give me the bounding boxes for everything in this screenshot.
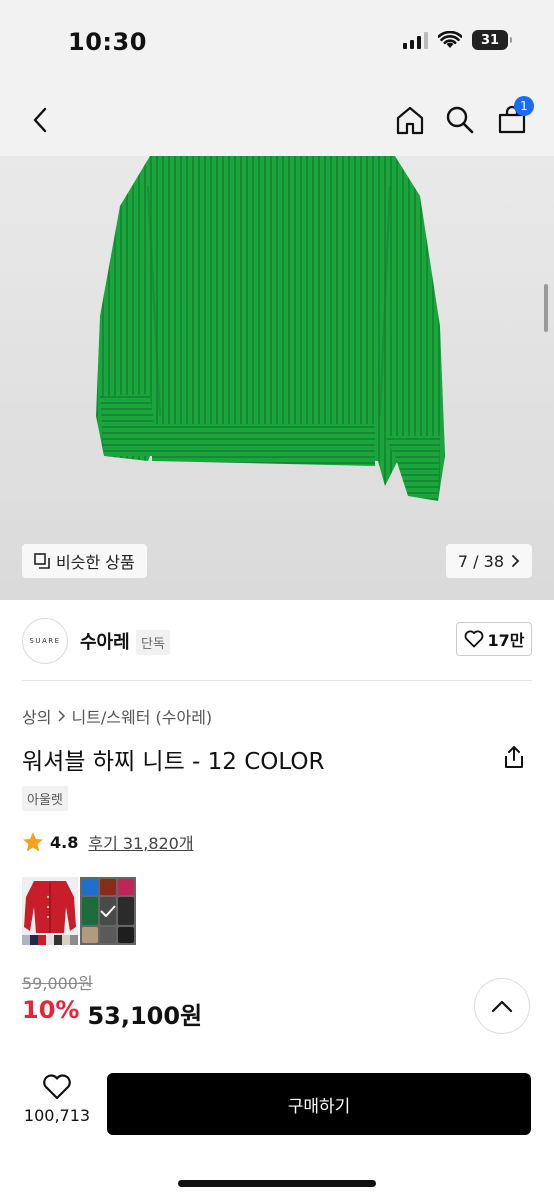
battery-icon: 31 [472, 30, 512, 50]
swatch [100, 927, 116, 943]
brand-row: SUARE 수아레 단독 17만 [22, 618, 532, 666]
discount-rate: 10% [22, 996, 80, 1024]
cart-badge: 1 [514, 96, 534, 116]
battery-level: 31 [480, 32, 500, 48]
search-button[interactable] [442, 102, 478, 138]
similar-label: 비슷한 상품 [56, 553, 135, 572]
swatch [82, 927, 98, 943]
chevron-left-icon [33, 107, 47, 133]
status-time: 10:30 [68, 28, 147, 56]
product-image[interactable] [0, 156, 554, 600]
check-icon [100, 905, 116, 917]
reviews-link[interactable]: 후기 31,820개 [88, 830, 193, 854]
original-price: 59,000원 [22, 974, 93, 993]
back-button[interactable] [22, 102, 58, 138]
share-icon [505, 746, 523, 768]
chevron-right-icon [512, 555, 520, 567]
divider [22, 680, 532, 681]
sale-price: 53,100원 [87, 1002, 203, 1030]
share-button[interactable] [502, 744, 530, 772]
breadcrumb-category[interactable]: 상의 [22, 704, 51, 728]
brand-logo[interactable]: SUARE [22, 618, 68, 664]
swatch [118, 879, 134, 895]
search-icon [446, 106, 474, 134]
chevron-up-icon [491, 1000, 513, 1013]
exclusive-tag: 단독 [136, 630, 170, 655]
swatch [82, 897, 98, 925]
cart-button[interactable]: 1 [494, 96, 534, 138]
swatch [118, 897, 134, 925]
nav-bar: 1 [0, 84, 554, 156]
home-indicator [178, 1180, 376, 1187]
scroll-indicator [544, 284, 548, 332]
rating: 4.8 후기 31,820개 [22, 830, 194, 854]
swatch [118, 927, 134, 943]
color-thumbnail[interactable] [22, 877, 78, 945]
color-thumbnail-selected[interactable] [80, 877, 136, 945]
wifi-icon [438, 31, 462, 48]
brand-name[interactable]: 수아레 [80, 628, 130, 654]
outlet-tag: 아울렛 [22, 786, 68, 811]
color-thumbnails [22, 877, 136, 945]
cardigan-image [22, 881, 78, 945]
copy-icon [34, 553, 50, 569]
swatch [100, 879, 116, 895]
swatch [82, 879, 98, 895]
heart-icon [464, 630, 483, 648]
swatch [100, 897, 116, 925]
home-button[interactable] [392, 102, 428, 138]
heart-icon [43, 1074, 71, 1100]
signal-icon [403, 31, 428, 49]
wishlist-count: 100,713 [23, 1106, 91, 1125]
bottom-bar: 100,713 구매하기 [0, 1052, 554, 1200]
status-icons: 31 [403, 30, 512, 50]
brand-like-button[interactable]: 17만 [456, 622, 532, 656]
brand-like-count: 17만 [487, 631, 525, 650]
sale-price-row: 10% 53,100원 [22, 996, 202, 1031]
star-icon [23, 832, 43, 852]
wishlist-button[interactable]: 100,713 [22, 1074, 92, 1125]
image-counter[interactable]: 7 / 38 [445, 544, 532, 578]
home-icon [396, 106, 424, 135]
buy-button[interactable]: 구매하기 [107, 1073, 531, 1135]
product-title: 워셔블 하찌 니트 - 12 COLOR [22, 749, 325, 775]
chevron-right-icon [58, 710, 66, 722]
breadcrumb-subcategory[interactable]: 니트/스웨터 (수아레) [71, 704, 212, 728]
sweater-image [96, 156, 445, 501]
status-bar: 10:30 31 [0, 0, 554, 84]
breadcrumb: 상의 니트/스웨터 (수아레) [22, 704, 212, 728]
image-counter-text: 7 / 38 [457, 551, 504, 571]
scroll-top-button[interactable] [474, 978, 530, 1034]
rating-score: 4.8 [50, 832, 79, 852]
brand-logo-text: SUARE [29, 637, 61, 645]
similar-products-button[interactable]: 비슷한 상품 [22, 544, 147, 578]
